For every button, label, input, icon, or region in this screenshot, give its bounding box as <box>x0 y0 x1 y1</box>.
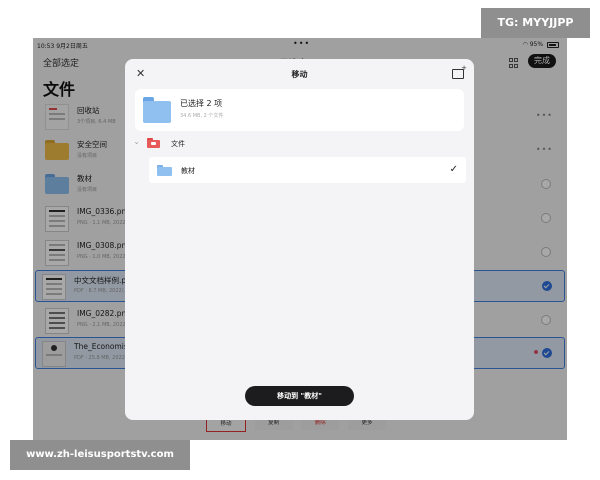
move-to-button[interactable]: 移动到 "教材" <box>245 386 354 406</box>
tree-item-label: 文件 <box>171 140 185 148</box>
watermark-bottom: www.zh-leisusportstv.com <box>10 440 190 470</box>
move-dialog: ✕ 移动 已选择 2 项 34.6 MB, 2 个文件 › 文件 教材 ✓ 移动… <box>125 59 474 420</box>
selection-summary: 已选择 2 项 34.6 MB, 2 个文件 <box>135 89 464 131</box>
folder-icon <box>143 95 171 123</box>
new-folder-icon[interactable] <box>452 64 467 79</box>
tree-item-textbooks[interactable]: 教材 ✓ <box>149 157 466 183</box>
home-folder-icon <box>147 138 160 148</box>
tree-item-files[interactable]: › 文件 <box>125 134 474 156</box>
watermark-top: TG: MYYJJPP <box>481 8 590 38</box>
tree-item-label: 教材 <box>181 167 195 175</box>
selected-meta: 34.6 MB, 2 个文件 <box>180 113 224 119</box>
folder-icon <box>157 165 172 176</box>
selected-count-title: 已选择 2 项 <box>180 99 223 108</box>
checkmark-icon: ✓ <box>449 164 458 175</box>
dialog-title: 移动 <box>291 70 308 79</box>
chevron-down-icon[interactable]: › <box>132 142 140 145</box>
